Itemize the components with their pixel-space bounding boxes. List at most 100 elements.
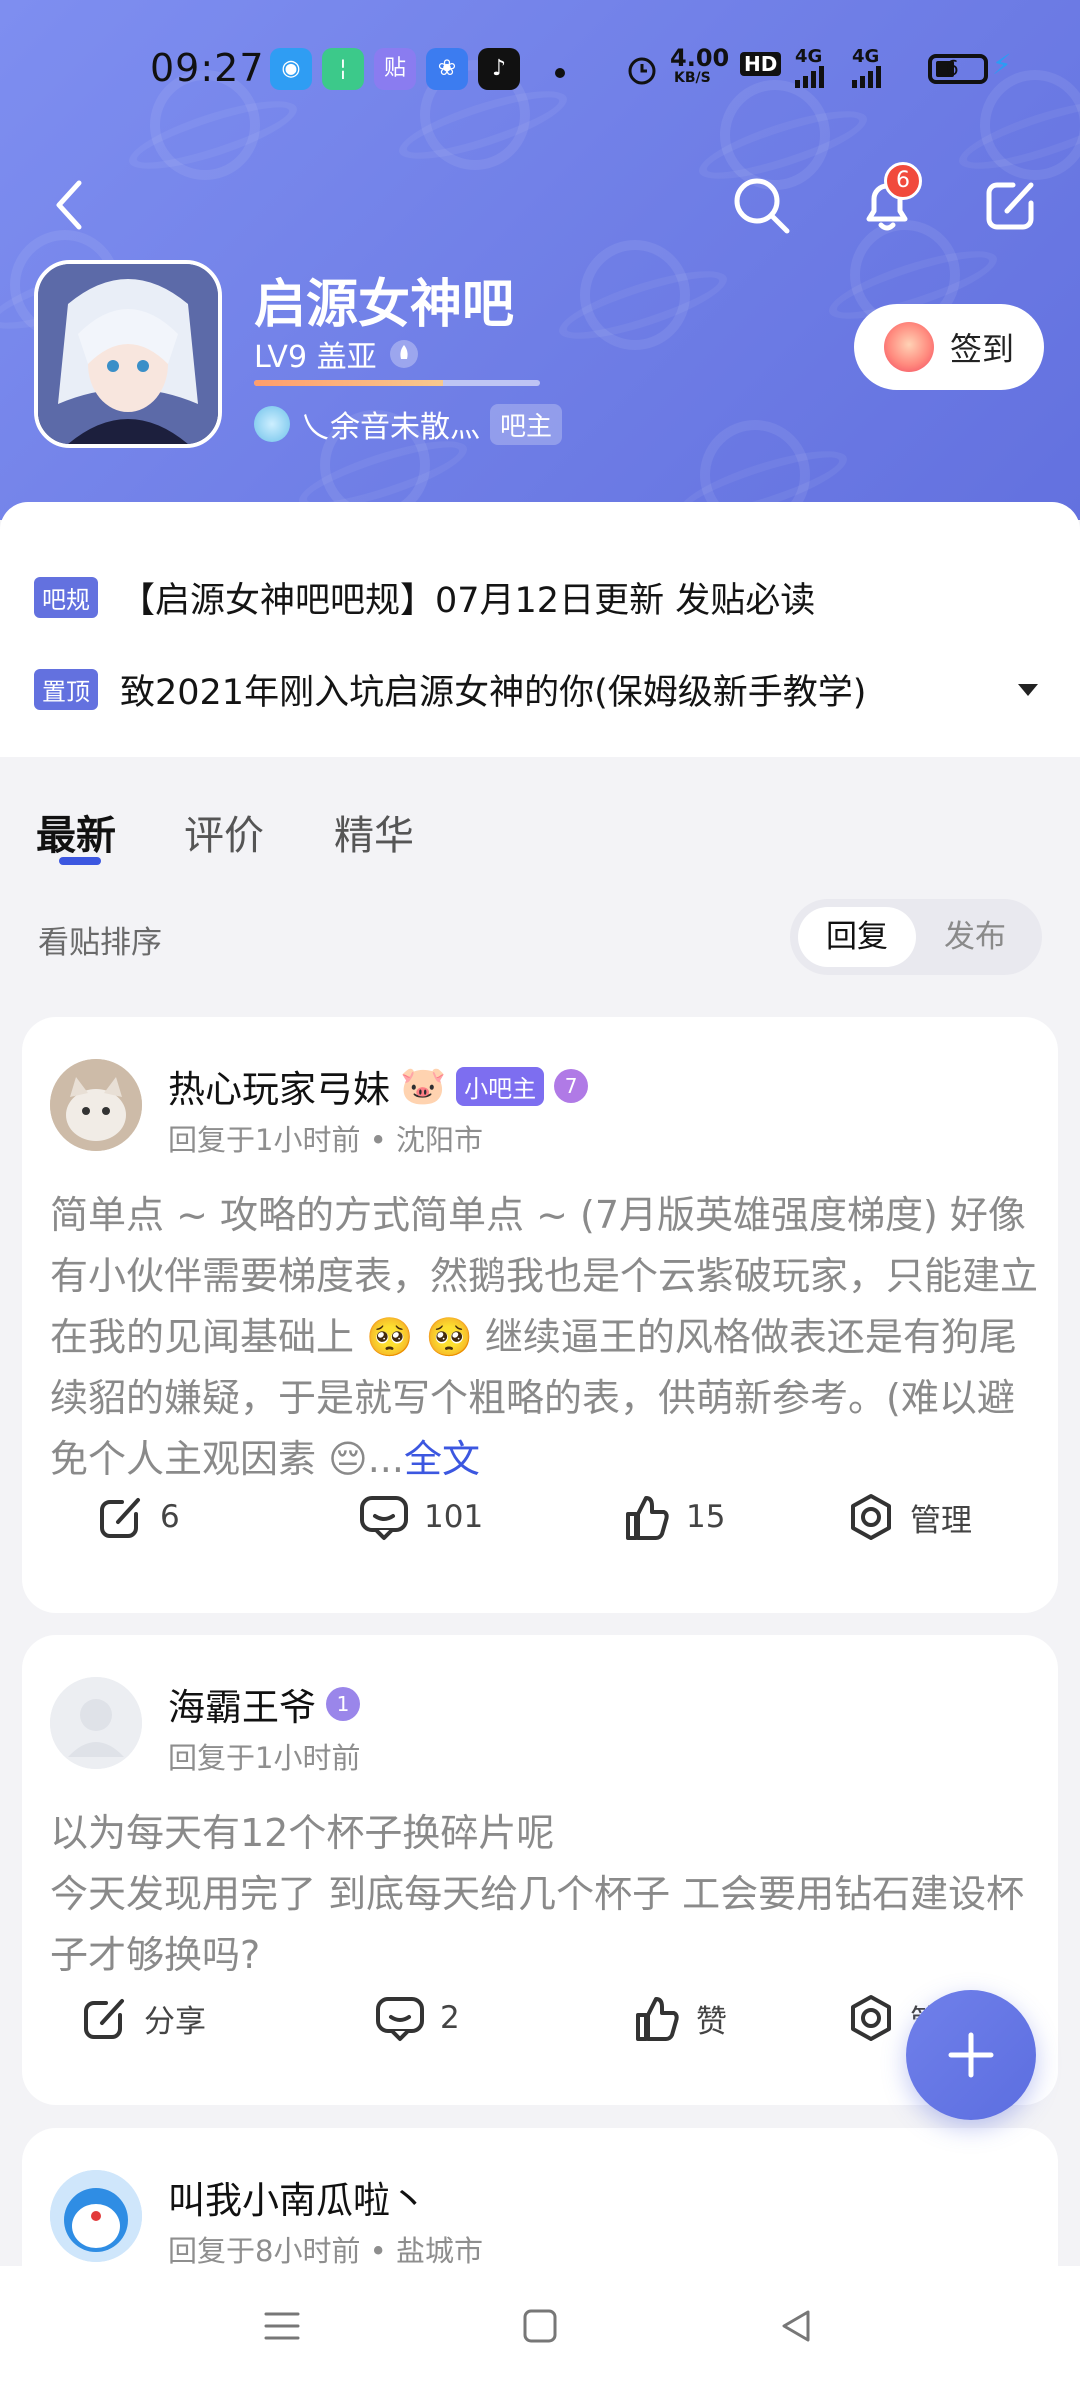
post-meta: 回复于1小时前 (168, 1741, 361, 1775)
status-time: 09:27 (150, 46, 265, 90)
notification-count-badge: 6 (884, 162, 922, 200)
pig-emoji-icon: 🐷 (400, 1064, 447, 1107)
forum-title: 启源女神吧 (254, 275, 515, 335)
share-count: 6 (160, 1499, 180, 1535)
comment-count: 2 (440, 2000, 460, 2036)
manage-label: 管理 (910, 1502, 972, 1539)
level-progress-bar (254, 380, 540, 386)
back-arrow-icon (56, 180, 82, 230)
plus-icon (948, 2032, 994, 2078)
notification-button[interactable]: 6 (852, 162, 922, 240)
home-icon[interactable] (520, 2306, 560, 2346)
tab-featured[interactable]: 精华 (334, 803, 414, 861)
sort-label: 看贴排序 (38, 925, 162, 961)
notice-rule[interactable]: 吧规 【启源女神吧吧规】07月12日更新 发贴必读 (34, 572, 815, 623)
signal-4g-label: 4G (795, 46, 823, 67)
author-avatar[interactable] (50, 2170, 142, 2262)
forum-avatar[interactable] (34, 260, 222, 448)
comment-icon (360, 1496, 408, 1540)
cat-avatar-image (50, 1059, 142, 1151)
expand-pinned-icon[interactable] (1018, 684, 1038, 696)
author-name[interactable]: 热心玩家弓妹 (168, 1059, 390, 1113)
forum-avatar-image (38, 264, 218, 444)
forum-level-label: LV9 盖亚 (254, 340, 377, 375)
net-speed: 4.00 (670, 44, 730, 72)
share-icon (100, 1498, 140, 1538)
back-triangle-icon[interactable] (776, 2306, 816, 2346)
search-icon (734, 178, 790, 234)
moderator-tag: 小吧主 (456, 1066, 545, 1106)
like-button[interactable]: 赞 (632, 1993, 727, 2043)
alarm-icon (628, 57, 656, 85)
share-label: 分享 (144, 2003, 206, 2040)
post-body[interactable]: 简单点 ~ 攻略的方式简单点 ~ (7月版英雄强度梯度) 好像有小伙伴需要梯度表… (50, 1185, 1040, 1490)
sort-by-reply[interactable]: 回复 (798, 907, 916, 967)
admin-tag: 吧主 (490, 403, 563, 445)
post-author: 热心玩家弓妹 🐷 小吧主 7 (168, 1059, 589, 1113)
rocket-icon (389, 340, 418, 368)
notice-pinned[interactable]: 置顶 致2021年刚入坑启源女神的你(保姆级新手教学) (34, 664, 866, 715)
post-card[interactable]: 海霸王爷 1 回复于1小时前 以为每天有12个杯子换碎片呢 今天发现用完了 到底… (22, 1635, 1058, 2105)
post-author: 叫我小南瓜啦丶 (168, 2170, 427, 2224)
signal-bars-icon (795, 66, 824, 88)
app-green-icon: ¦ (322, 48, 364, 90)
hd-icon: HD (740, 52, 782, 76)
signal-bars-icon-2 (852, 66, 881, 88)
menu-icon[interactable] (262, 2306, 302, 2346)
share-button[interactable]: 分享 (80, 1993, 206, 2043)
sort-row: 看贴排序 回复 发布 (0, 877, 1080, 997)
app-baidu-icon: ❀ (426, 48, 468, 90)
read-more-link[interactable]: 全文 (404, 1437, 480, 1481)
share-button[interactable]: 6 (96, 1492, 180, 1542)
post-actions: 分享 2 赞 管理 (22, 1993, 1058, 2063)
tab-active-indicator (59, 857, 101, 865)
search-button[interactable] (726, 170, 796, 240)
tab-bar: 最新 评价 精华 (0, 757, 1080, 877)
edit-post-button[interactable] (976, 170, 1046, 240)
like-label: 赞 (696, 2003, 727, 2040)
post-actions: 6 101 15 管理 (22, 1492, 1058, 1562)
manage-gear-icon (851, 1995, 891, 2041)
share-icon (84, 1999, 124, 2039)
charging-icon: ⚡ (992, 48, 1012, 81)
forum-admin[interactable]: 乀余音未散灬 吧主 (254, 402, 563, 446)
author-avatar[interactable] (50, 1677, 142, 1769)
thumbs-up-icon (626, 1496, 669, 1540)
doraemon-avatar-image (50, 2170, 142, 2262)
thumbs-up-icon (636, 1997, 679, 2041)
sort-by-publish[interactable]: 发布 (916, 907, 1034, 967)
comment-count: 101 (424, 1499, 484, 1535)
default-avatar-icon (50, 1677, 142, 1769)
manage-button[interactable]: 管理 (846, 1492, 972, 1542)
back-button[interactable] (34, 170, 104, 240)
signin-icon (884, 322, 934, 372)
comment-button[interactable]: 101 (358, 1492, 483, 1542)
tab-review[interactable]: 评价 (184, 803, 264, 861)
like-button[interactable]: 15 (622, 1492, 725, 1542)
new-post-fab[interactable] (906, 1990, 1036, 2120)
comment-button[interactable]: 2 (374, 1993, 460, 2043)
notification-dot-icon (555, 68, 565, 78)
app-blue-icon: ◉ (270, 48, 312, 90)
author-name[interactable]: 海霸王爷 (168, 1677, 316, 1731)
notice-panel: 吧规 【启源女神吧吧规】07月12日更新 发贴必读 置顶 致2021年刚入坑启源… (0, 502, 1080, 757)
post-body[interactable]: 以为每天有12个杯子换碎片呢 今天发现用完了 到底每天给几个杯子 工会要用钻石建… (50, 1803, 1040, 1986)
notice-text: 致2021年刚入坑启源女神的你(保姆级新手教学) (120, 673, 867, 713)
battery-icon: 6 (928, 54, 988, 84)
signin-button[interactable]: 签到 (854, 304, 1044, 390)
admin-avatar (254, 406, 290, 442)
author-name[interactable]: 叫我小南瓜啦丶 (168, 2170, 427, 2224)
admin-name: 乀余音未散灬 (300, 410, 480, 445)
tab-latest[interactable]: 最新 (36, 803, 116, 861)
author-avatar[interactable] (50, 1059, 142, 1151)
notice-tag: 置顶 (34, 669, 98, 710)
forum-level: LV9 盖亚 (254, 332, 419, 376)
forum-header: 09:27 ◉ ¦ 贴 ❀ ♪ 4.00 KB/S HD 4G 4G 6 ⚡ 6… (0, 0, 1080, 520)
edit-icon (986, 182, 1034, 230)
system-nav-bar (0, 2266, 1080, 2400)
manage-gear-icon (851, 1494, 891, 1540)
status-bar: 09:27 ◉ ¦ 贴 ❀ ♪ 4.00 KB/S HD 4G 4G 6 ⚡ (0, 40, 1080, 104)
user-level-badge: 7 (554, 1069, 589, 1103)
post-card[interactable]: 热心玩家弓妹 🐷 小吧主 7 回复于1小时前 • 沈阳市 简单点 ~ 攻略的方式… (22, 1017, 1058, 1613)
post-body-text: 简单点 ~ 攻略的方式简单点 ~ (7月版英雄强度梯度) 好像有小伙伴需要梯度表… (50, 1193, 1039, 1481)
